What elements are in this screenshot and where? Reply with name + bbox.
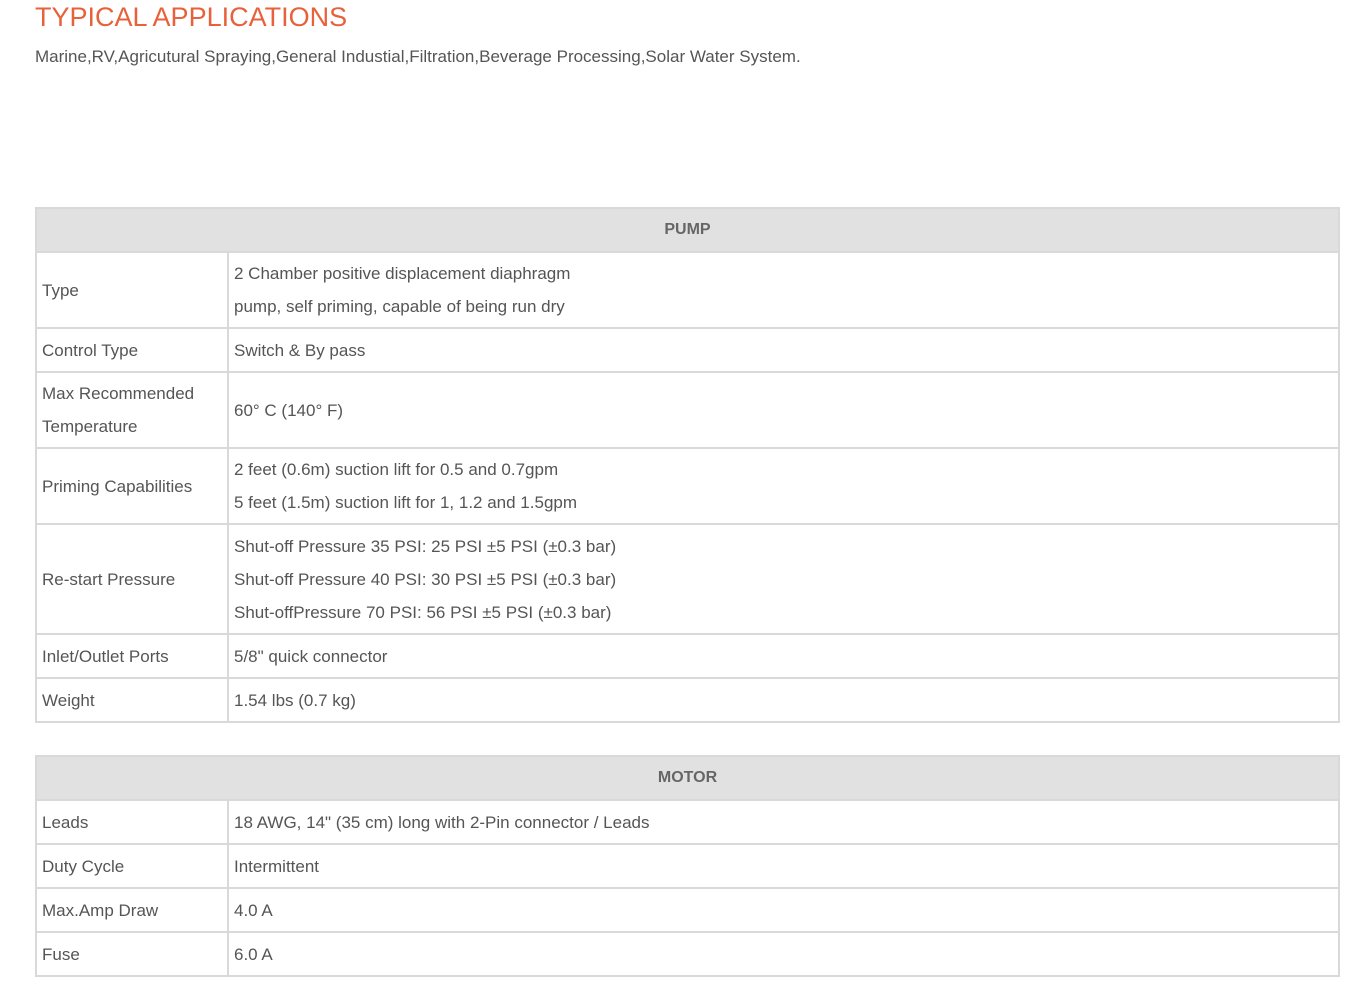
- row-value-ports: 5/8" quick connector: [227, 633, 1340, 679]
- row-label-amp-draw: Max.Amp Draw: [35, 887, 229, 933]
- row-value-type: 2 Chamber positive displacement diaphrag…: [227, 251, 1340, 329]
- table-row: Leads 18 AWG, 14" (35 cm) long with 2-Pi…: [35, 799, 1340, 845]
- value-line: 2 Chamber positive displacement diaphrag…: [234, 264, 571, 283]
- row-label-priming: Priming Capabilities: [35, 447, 229, 525]
- value-line: 18 AWG, 14" (35 cm) long with 2-Pin conn…: [234, 812, 650, 832]
- value-line: Shut-off Pressure 35 PSI: 25 PSI ±5 PSI …: [234, 536, 617, 556]
- row-label-restart-pressure: Re-start Pressure: [35, 523, 229, 635]
- table-row: Fuse 6.0 A: [35, 931, 1340, 977]
- row-label-fuse: Fuse: [35, 931, 229, 977]
- table-row: Re-start Pressure Shut-off Pressure 35 P…: [35, 523, 1340, 635]
- row-value-duty-cycle: Intermittent: [227, 843, 1340, 889]
- table-row: Max.Amp Draw 4.0 A: [35, 887, 1340, 933]
- value-line: 2 feet (0.6m) suction lift for 0.5 and 0…: [234, 460, 559, 479]
- row-value-weight: 1.54 lbs (0.7 kg): [227, 677, 1340, 723]
- row-label-leads: Leads: [35, 799, 229, 845]
- row-label-ports: Inlet/Outlet Ports: [35, 633, 229, 679]
- value-line: Shut-off Pressure 40 PSI: 30 PSI ±5 PSI …: [234, 569, 617, 589]
- row-value-amp-draw: 4.0 A: [227, 887, 1340, 933]
- motor-spec-table: MOTOR Leads 18 AWG, 14" (35 cm) long wit…: [35, 755, 1340, 977]
- table-row: Max Recommended Temperature 60° C (140° …: [35, 371, 1340, 449]
- typical-applications-text: Marine,RV,Agricutural Spraying,General I…: [35, 47, 801, 66]
- motor-header: MOTOR: [35, 755, 1340, 801]
- row-label-control-type: Control Type: [35, 327, 229, 373]
- row-label-type: Type: [35, 251, 229, 329]
- pump-header-row: PUMP: [35, 207, 1340, 253]
- typical-applications-title: TYPICAL APPLICATIONS: [35, 2, 348, 32]
- value-line: 5/8" quick connector: [234, 646, 388, 666]
- table-row: Duty Cycle Intermittent: [35, 843, 1340, 889]
- label-line: Max Recommended: [42, 384, 195, 403]
- table-row: Control Type Switch & By pass: [35, 327, 1340, 373]
- value-line: 4.0 A: [234, 900, 273, 920]
- row-value-max-temperature: 60° C (140° F): [227, 371, 1340, 449]
- row-value-priming: 2 feet (0.6m) suction lift for 0.5 and 0…: [227, 447, 1340, 525]
- value-line: 5 feet (1.5m) suction lift for 1, 1.2 an…: [234, 493, 578, 512]
- row-label-weight: Weight: [35, 677, 229, 723]
- pump-spec-table: PUMP Type 2 Chamber positive displacemen…: [35, 207, 1340, 723]
- table-row: Weight 1.54 lbs (0.7 kg): [35, 677, 1340, 723]
- table-row: Priming Capabilities 2 feet (0.6m) sucti…: [35, 447, 1340, 525]
- row-label-max-temperature: Max Recommended Temperature: [35, 371, 229, 449]
- value-line: 60° C (140° F): [234, 400, 344, 420]
- value-line: 6.0 A: [234, 944, 273, 964]
- table-row: Inlet/Outlet Ports 5/8" quick connector: [35, 633, 1340, 679]
- value-line: Shut-offPressure 70 PSI: 56 PSI ±5 PSI (…: [234, 602, 612, 622]
- motor-header-row: MOTOR: [35, 755, 1340, 801]
- table-row: Type 2 Chamber positive displacement dia…: [35, 251, 1340, 329]
- row-value-fuse: 6.0 A: [227, 931, 1340, 977]
- value-line: Intermittent: [234, 856, 320, 876]
- row-value-leads: 18 AWG, 14" (35 cm) long with 2-Pin conn…: [227, 799, 1340, 845]
- row-value-restart-pressure: Shut-off Pressure 35 PSI: 25 PSI ±5 PSI …: [227, 523, 1340, 635]
- value-line: Switch & By pass: [234, 340, 366, 360]
- value-line: pump, self priming, capable of being run…: [234, 297, 565, 316]
- row-label-duty-cycle: Duty Cycle: [35, 843, 229, 889]
- value-line: 1.54 lbs (0.7 kg): [234, 690, 356, 710]
- label-line: Temperature: [42, 417, 138, 436]
- pump-header: PUMP: [35, 207, 1340, 253]
- row-value-control-type: Switch & By pass: [227, 327, 1340, 373]
